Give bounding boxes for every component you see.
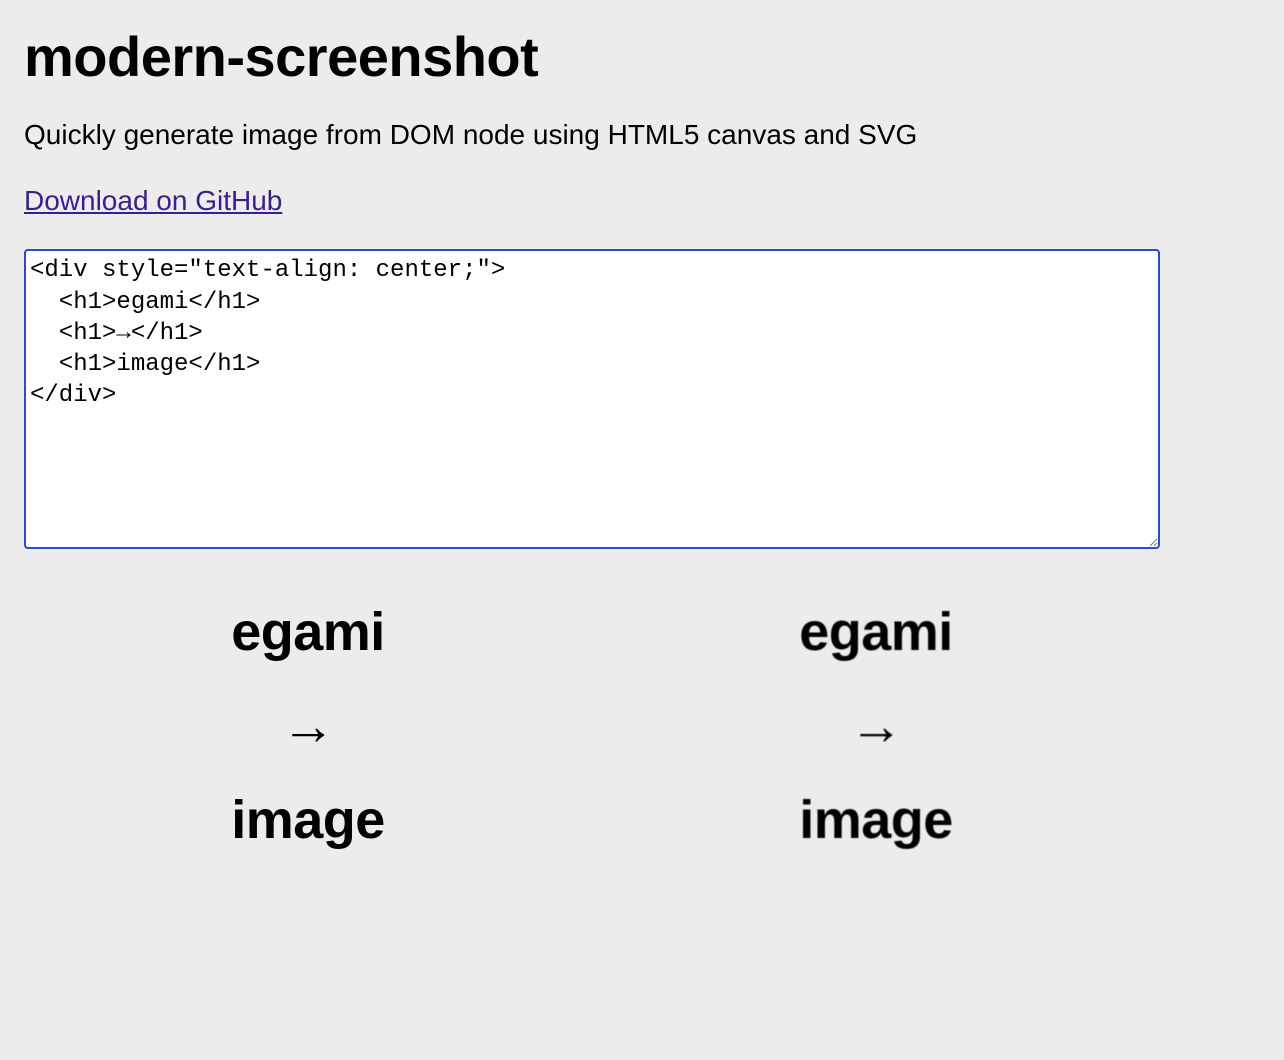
output-line-3: image (592, 789, 1160, 851)
download-github-link[interactable]: Download on GitHub (24, 185, 282, 217)
screenshot-output-pane: egami → image (592, 569, 1160, 883)
preview-arrow: → (24, 695, 592, 757)
html-source-textarea[interactable] (24, 249, 1160, 549)
output-line-1: egami (592, 601, 1160, 663)
preview-row: egami → image egami → image (24, 569, 1160, 883)
preview-line-1: egami (24, 601, 592, 663)
output-arrow: → (592, 695, 1160, 757)
page-title: modern-screenshot (24, 24, 1260, 89)
live-preview-pane: egami → image (24, 569, 592, 883)
preview-line-3: image (24, 789, 592, 851)
page-subtitle: Quickly generate image from DOM node usi… (24, 117, 1260, 153)
